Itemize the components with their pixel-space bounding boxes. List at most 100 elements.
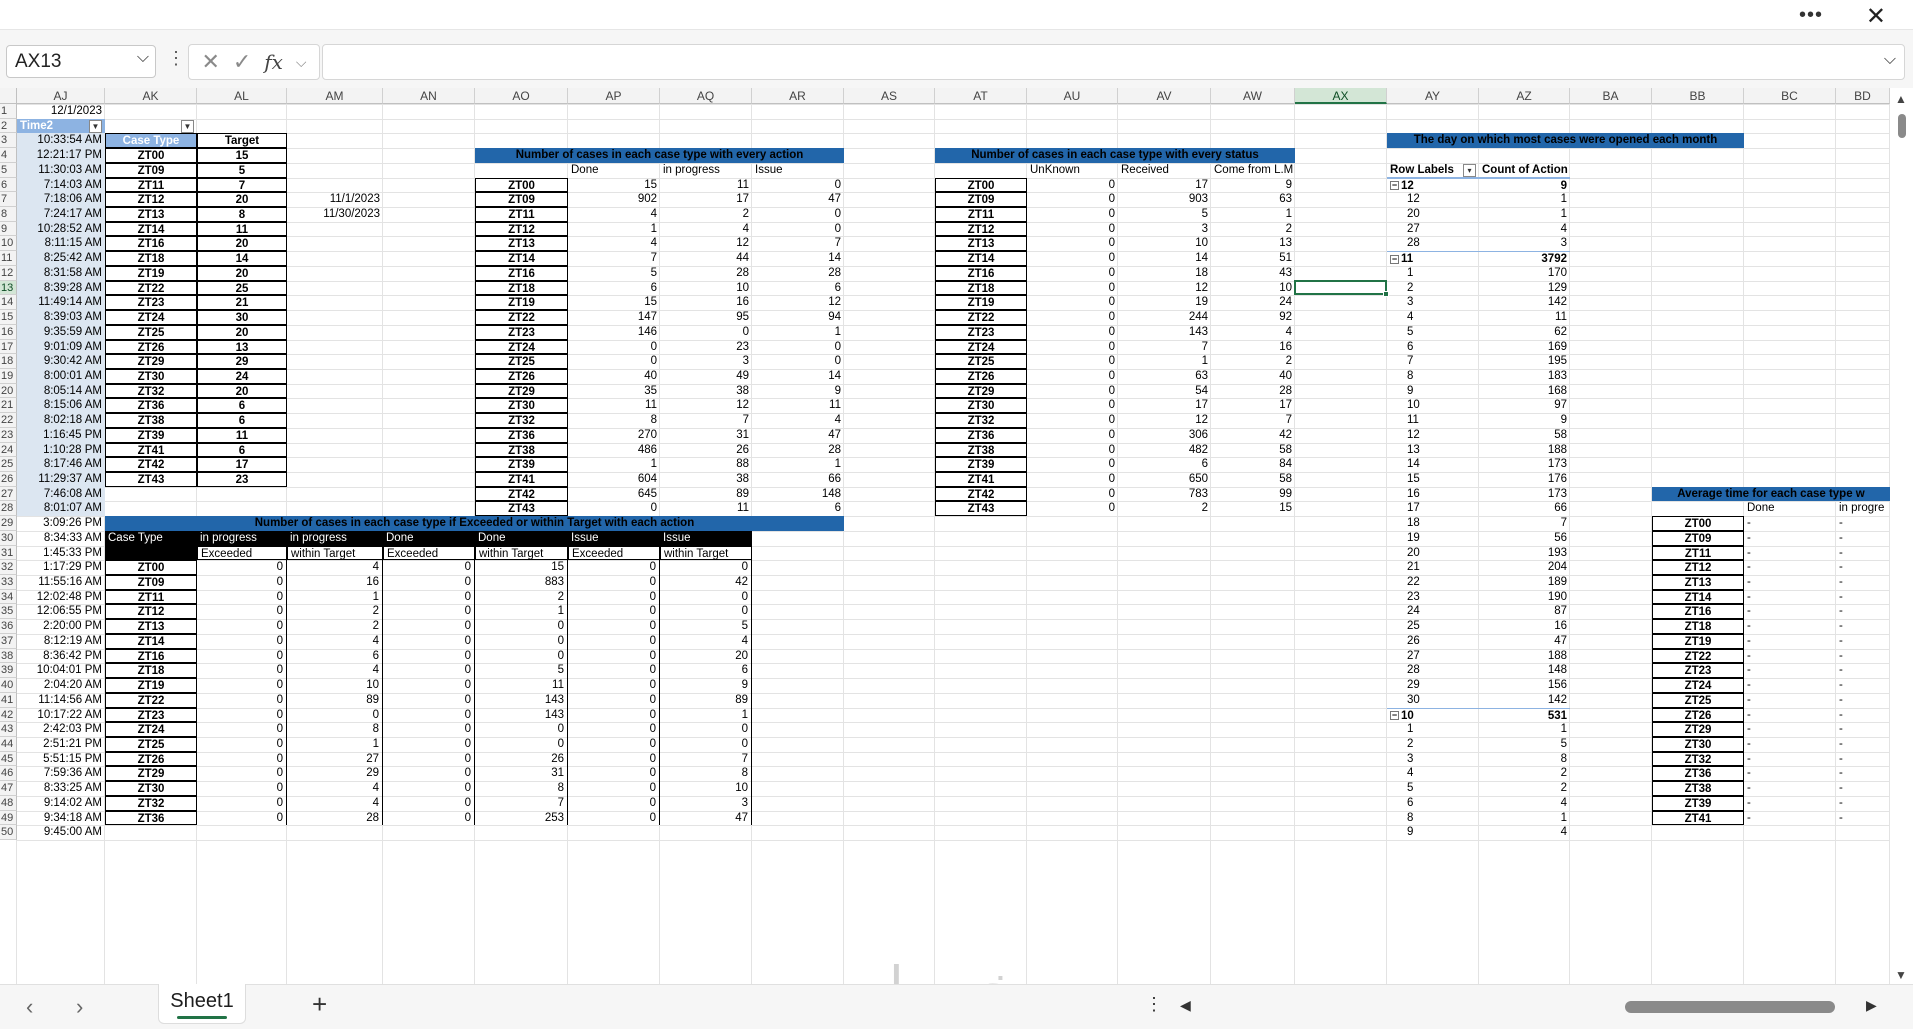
row-header[interactable]: 2 [0,118,17,134]
column-header[interactable]: BD [1836,88,1890,104]
row-header[interactable]: 19 [0,368,17,384]
insert-function-icon[interactable]: fx [264,50,283,74]
pivot-filter-icon[interactable]: ▾ [1463,163,1476,177]
row-header[interactable]: 34 [0,589,17,605]
filter-dropdown-icon[interactable]: ▼ [181,119,194,133]
add-sheet-button[interactable]: + [312,989,327,1020]
row-header[interactable]: 11 [0,251,17,266]
column-header[interactable]: AZ [1479,88,1570,104]
row-header[interactable]: 37 [0,633,17,649]
more-options-icon[interactable]: ••• [1799,4,1823,27]
row-header[interactable]: 4 [0,148,17,163]
spreadsheet-grid[interactable]: AJ AK AL AM AN AO AP AQ AR AS AT AU AV AW AX AY AZ BA BB BC… [0,88,1890,984]
row-header[interactable]: 23 [0,427,17,443]
row-header[interactable]: 33 [0,575,17,590]
column-header[interactable]: AR [752,88,844,104]
row-header[interactable]: 16 [0,324,17,340]
row-header[interactable]: 14 [0,295,17,311]
name-box[interactable]: AX13 ⌵ [6,45,156,78]
formula-bar-options-icon[interactable]: ⋮ [167,48,185,69]
row-header[interactable]: 45 [0,751,17,767]
expand-formula-icon[interactable]: ⌵ [1884,51,1896,69]
cancel-icon[interactable]: ✕ [201,49,219,75]
close-icon[interactable]: ✕ [1866,2,1886,31]
row-header[interactable]: 27 [0,486,17,502]
row-header[interactable]: 9 [0,221,17,237]
column-header[interactable]: BB [1652,88,1744,104]
row-header[interactable]: 22 [0,413,17,428]
chevron-down-icon[interactable]: ⌵ [137,49,149,67]
column-header[interactable]: AM [287,88,383,104]
sheet-tab[interactable]: Sheet1 [158,984,246,1024]
collapse-icon[interactable]: − [1390,710,1399,720]
collapse-icon[interactable]: − [1390,181,1399,191]
row-header[interactable]: 36 [0,619,17,634]
row-header[interactable]: 28 [0,501,17,517]
row-header[interactable]: 44 [0,736,17,752]
active-cell-selection[interactable] [1294,279,1389,298]
column-header[interactable]: BA [1570,88,1652,104]
column-header[interactable]: AL [197,88,287,104]
row-header[interactable]: 13 [0,280,17,296]
row-header[interactable]: 5 [0,162,17,178]
row-header[interactable]: 8 [0,207,17,222]
row-header[interactable]: 39 [0,663,17,679]
row-header[interactable]: 12 [0,265,17,281]
column-header[interactable]: AW [1211,88,1295,104]
row-header[interactable]: 41 [0,692,17,708]
column-header[interactable]: AS [844,88,935,104]
row-header[interactable]: 18 [0,354,17,369]
formula-input[interactable]: ⌵ [322,44,1905,80]
row-header[interactable]: 46 [0,766,17,782]
row-header[interactable]: 47 [0,781,17,796]
vertical-scrollbar[interactable]: ▲ ▼ [1890,88,1913,984]
row-header[interactable]: 42 [0,707,17,723]
enter-icon[interactable]: ✓ [233,49,251,75]
column-header[interactable]: AK [105,88,197,104]
row-header[interactable]: 21 [0,398,17,414]
column-header[interactable]: AJ [17,88,105,104]
column-header[interactable]: AU [1027,88,1118,104]
row-header[interactable]: 10 [0,236,17,252]
row-header[interactable]: 20 [0,383,17,399]
row-header[interactable]: 49 [0,810,17,826]
scroll-left-icon[interactable]: ◀ [1180,997,1191,1014]
row-header[interactable]: 15 [0,310,17,325]
chevron-down-icon[interactable]: ⌵ [296,54,307,71]
row-header[interactable]: 32 [0,560,17,576]
row-header[interactable]: 17 [0,339,17,355]
row-header[interactable]: 29 [0,516,17,531]
column-header[interactable]: AP [568,88,660,104]
row-header[interactable]: 1 [0,104,17,119]
row-header[interactable]: 6 [0,177,17,193]
sheet-options-icon[interactable]: ⋮ [1145,994,1163,1015]
column-header[interactable]: AV [1118,88,1211,104]
collapse-icon[interactable]: − [1390,254,1399,264]
scroll-thumb[interactable] [1898,114,1906,138]
row-header[interactable]: 35 [0,604,17,620]
column-header[interactable]: AQ [660,88,752,104]
row-header[interactable]: 7 [0,192,17,208]
scroll-right-icon[interactable]: ▶ [1866,997,1877,1014]
horizontal-scroll-thumb[interactable] [1625,1001,1835,1013]
row-header[interactable]: 30 [0,530,17,546]
row-header[interactable]: 40 [0,678,17,693]
row-header[interactable]: 38 [0,648,17,664]
row-header[interactable]: 43 [0,722,17,737]
column-header[interactable]: AX [1295,88,1387,104]
column-header[interactable]: AN [383,88,475,104]
row-header[interactable]: 3 [0,133,17,149]
prev-sheet-icon[interactable]: ‹ [26,994,33,1020]
column-header[interactable]: BC [1744,88,1836,104]
row-header[interactable]: 48 [0,795,17,811]
filter-dropdown-icon[interactable]: ▼ [89,119,102,133]
column-header[interactable]: AT [935,88,1027,104]
row-header[interactable]: 26 [0,472,17,487]
row-header[interactable]: 31 [0,545,17,561]
next-sheet-icon[interactable]: › [76,994,83,1020]
row-header[interactable]: 50 [0,825,17,840]
scroll-down-icon[interactable]: ▼ [1895,968,1907,982]
fill-handle[interactable] [1383,291,1389,298]
scroll-up-icon[interactable]: ▲ [1895,92,1907,106]
row-header[interactable]: 25 [0,457,17,472]
